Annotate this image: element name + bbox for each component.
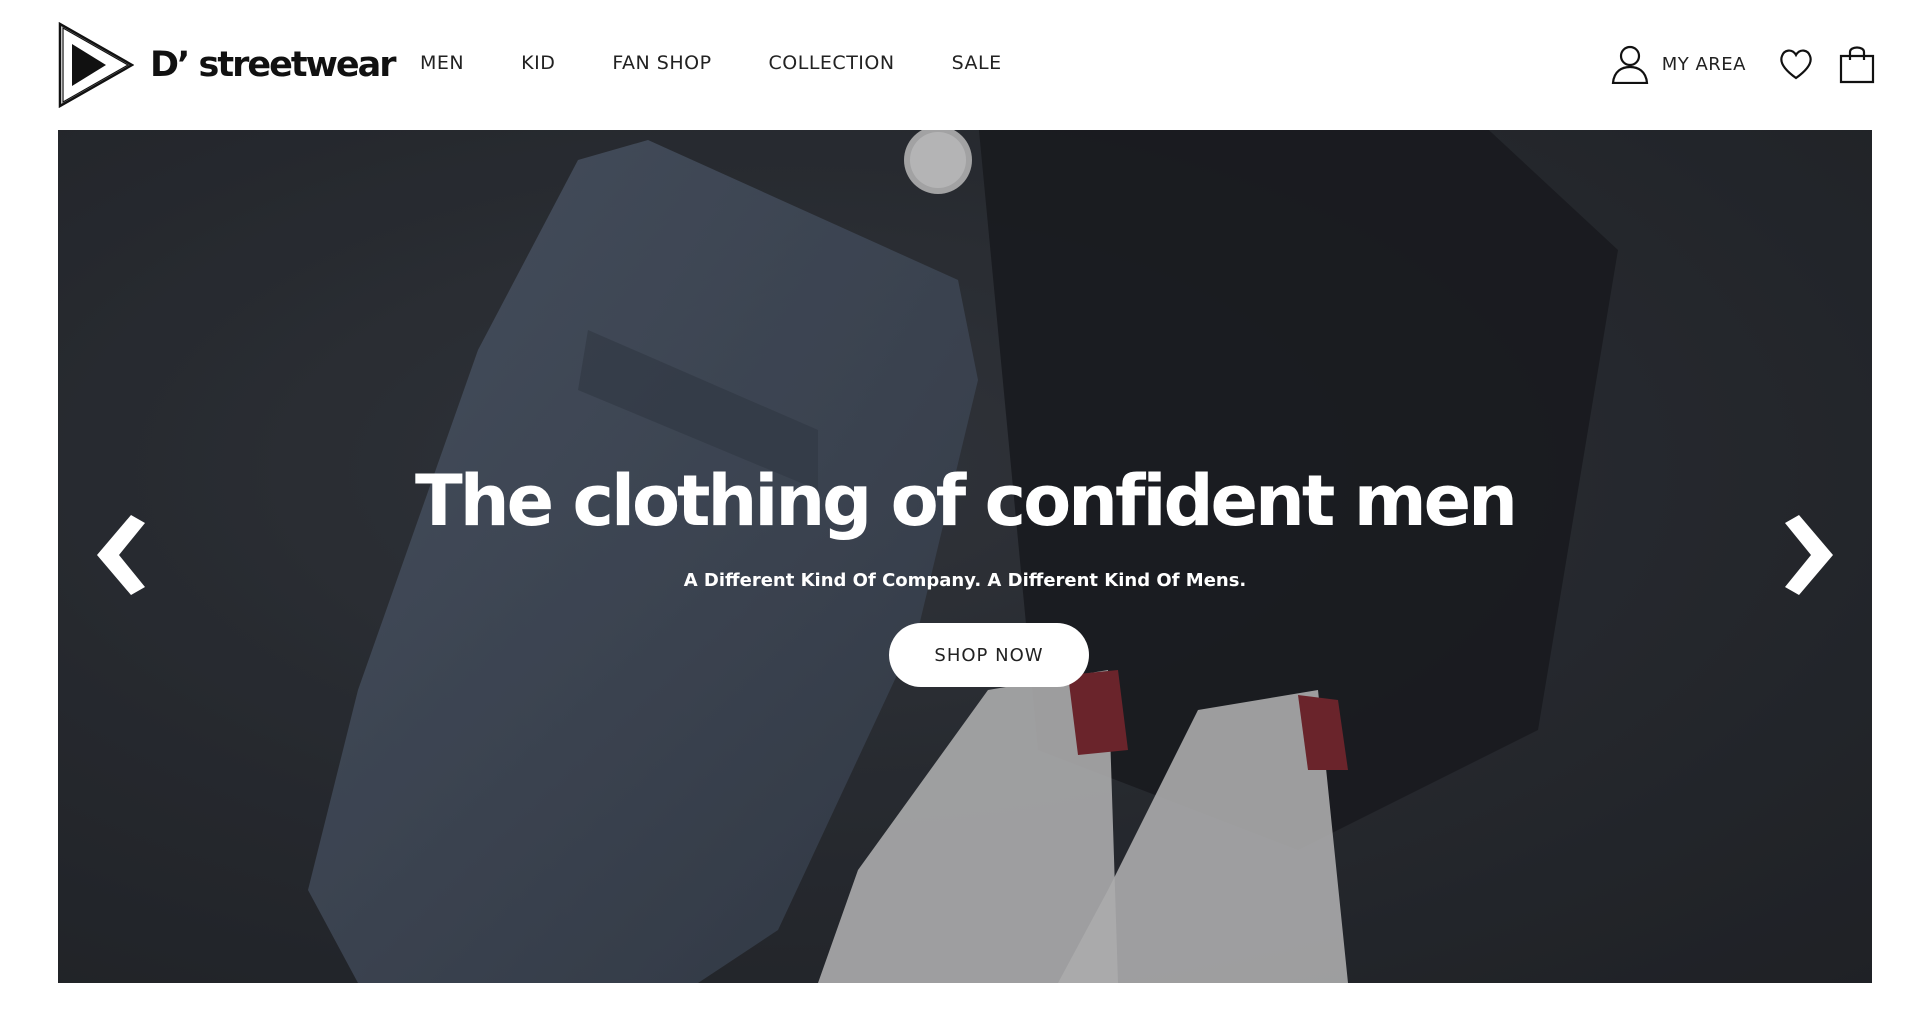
nav-item-fan-shop[interactable]: FAN SHOP	[612, 52, 711, 74]
shop-now-button[interactable]: SHOP NOW	[889, 623, 1089, 687]
nav-item-collection[interactable]: COLLECTION	[769, 52, 895, 74]
brand-logo[interactable]: D’ streetwear	[58, 22, 397, 108]
hero-subtitle: A Different Kind Of Company. A Different…	[683, 570, 1247, 591]
play-triangle-logo-icon	[58, 22, 134, 108]
nav-item-sale[interactable]: SALE	[952, 52, 1002, 74]
nav-item-kid[interactable]: KID	[521, 52, 555, 74]
hero-title: The clothing of confident men	[415, 460, 1518, 542]
main-nav: MEN KID FAN SHOP COLLECTION SALE	[420, 52, 1002, 74]
hero-banner: The clothing of confident men A Differen…	[58, 130, 1872, 983]
site-header: D’ streetwear MEN KID FAN SHOP COLLECTIO…	[0, 0, 1920, 130]
user-icon	[1611, 45, 1648, 84]
hero-overlay	[58, 130, 1872, 983]
brand-name: D’ streetwear	[150, 45, 397, 85]
header-actions: MY AREA	[1610, 44, 1876, 84]
my-area-label: MY AREA	[1661, 53, 1746, 75]
nav-item-men[interactable]: MEN	[420, 52, 464, 74]
my-area-link[interactable]: MY AREA	[1610, 44, 1746, 84]
shopping-bag-icon[interactable]	[1838, 44, 1876, 84]
heart-icon[interactable]	[1778, 47, 1814, 81]
chevron-left-icon[interactable]	[93, 515, 153, 595]
chevron-right-icon[interactable]	[1777, 515, 1837, 595]
